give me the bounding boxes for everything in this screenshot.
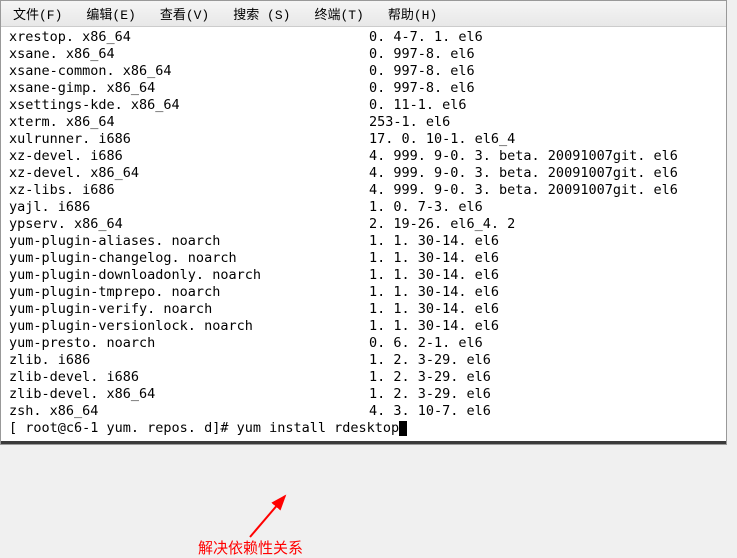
package-name: xsane-common. x86_64 [9,63,369,80]
package-row: xsane-common. x86_640. 997-8. el6 [9,63,718,80]
package-version: 0. 11-1. el6 [369,97,467,114]
package-version: 1. 1. 30-14. el6 [369,267,499,284]
package-name: zlib-devel. x86_64 [9,386,369,403]
menu-search[interactable]: 搜索 (S) [229,3,294,24]
package-version: 2. 19-26. el6_4. 2 [369,216,515,233]
package-name: xterm. x86_64 [9,114,369,131]
package-name: xz-devel. x86_64 [9,165,369,182]
package-row: xz-libs. i6864. 999. 9-0. 3. beta. 20091… [9,182,718,199]
package-name: yum-plugin-verify. noarch [9,301,369,318]
package-version: 4. 3. 10-7. el6 [369,403,491,420]
package-row: xsane-gimp. x86_640. 997-8. el6 [9,80,718,97]
package-name: xz-devel. i686 [9,148,369,165]
package-name: xsettings-kde. x86_64 [9,97,369,114]
package-row: zlib-devel. i6861. 2. 3-29. el6 [9,369,718,386]
annotation-text: 解决依赖性关系 [198,537,303,558]
package-version: 1. 0. 7-3. el6 [369,199,483,216]
arrow-icon [225,492,315,542]
package-row: zsh. x86_644. 3. 10-7. el6 [9,403,718,420]
package-row: yum-plugin-versionlock. noarch1. 1. 30-1… [9,318,718,335]
package-row: ypserv. x86_642. 19-26. el6_4. 2 [9,216,718,233]
package-version: 4. 999. 9-0. 3. beta. 20091007git. el6 [369,165,678,182]
package-version: 0. 6. 2-1. el6 [369,335,483,352]
package-row: xsettings-kde. x86_640. 11-1. el6 [9,97,718,114]
package-version: 1. 1. 30-14. el6 [369,318,499,335]
menubar: 文件(F) 编辑(E) 查看(V) 搜索 (S) 终端(T) 帮助(H) [1,1,726,27]
package-name: zsh. x86_64 [9,403,369,420]
package-version: 0. 997-8. el6 [369,46,475,63]
package-row: yum-plugin-tmprepo. noarch1. 1. 30-14. e… [9,284,718,301]
package-row: yum-presto. noarch0. 6. 2-1. el6 [9,335,718,352]
package-version: 17. 0. 10-1. el6_4 [369,131,515,148]
package-row: yum-plugin-downloadonly. noarch1. 1. 30-… [9,267,718,284]
package-version: 1. 1. 30-14. el6 [369,301,499,318]
package-row: yum-plugin-verify. noarch1. 1. 30-14. el… [9,301,718,318]
package-name: xrestop. x86_64 [9,29,369,46]
prompt-line: [ root@c6-1 yum. repos. d]# yum install … [9,420,718,437]
package-version: 4. 999. 9-0. 3. beta. 20091007git. el6 [369,148,678,165]
package-version: 4. 999. 9-0. 3. beta. 20091007git. el6 [369,182,678,199]
terminal-window: 文件(F) 编辑(E) 查看(V) 搜索 (S) 终端(T) 帮助(H) xre… [0,0,727,445]
package-name: yum-plugin-aliases. noarch [9,233,369,250]
cursor-icon [399,421,407,436]
package-row: yum-plugin-changelog. noarch1. 1. 30-14.… [9,250,718,267]
package-name: yajl. i686 [9,199,369,216]
package-version: 0. 997-8. el6 [369,63,475,80]
package-name: xz-libs. i686 [9,182,369,199]
package-name: yum-plugin-tmprepo. noarch [9,284,369,301]
package-row: xz-devel. i6864. 999. 9-0. 3. beta. 2009… [9,148,718,165]
package-version: 1. 2. 3-29. el6 [369,352,491,369]
terminal-output[interactable]: xrestop. x86_640. 4-7. 1. el6xsane. x86_… [1,27,726,444]
package-row: xulrunner. i68617. 0. 10-1. el6_4 [9,131,718,148]
package-name: yum-presto. noarch [9,335,369,352]
package-list: xrestop. x86_640. 4-7. 1. el6xsane. x86_… [9,29,718,420]
package-row: xsane. x86_640. 997-8. el6 [9,46,718,63]
package-row: xz-devel. x86_644. 999. 9-0. 3. beta. 20… [9,165,718,182]
package-row: xterm. x86_64253-1. el6 [9,114,718,131]
package-version: 1. 1. 30-14. el6 [369,284,499,301]
package-name: yum-plugin-downloadonly. noarch [9,267,369,284]
package-name: yum-plugin-changelog. noarch [9,250,369,267]
package-row: yajl. i6861. 0. 7-3. el6 [9,199,718,216]
package-version: 0. 997-8. el6 [369,80,475,97]
package-version: 1. 2. 3-29. el6 [369,369,491,386]
menu-help[interactable]: 帮助(H) [384,3,441,24]
package-name: ypserv. x86_64 [9,216,369,233]
command-input[interactable]: yum install rdesktop [237,420,400,436]
menu-terminal[interactable]: 终端(T) [310,3,367,24]
menu-edit[interactable]: 编辑(E) [82,3,139,24]
package-name: xulrunner. i686 [9,131,369,148]
package-name: zlib-devel. i686 [9,369,369,386]
shell-prompt: [ root@c6-1 yum. repos. d]# [9,420,237,436]
package-name: zlib. i686 [9,352,369,369]
package-row: zlib-devel. x86_641. 2. 3-29. el6 [9,386,718,403]
package-row: yum-plugin-aliases. noarch1. 1. 30-14. e… [9,233,718,250]
package-version: 1. 1. 30-14. el6 [369,233,499,250]
package-version: 253-1. el6 [369,114,450,131]
package-name: xsane-gimp. x86_64 [9,80,369,97]
package-row: zlib. i6861. 2. 3-29. el6 [9,352,718,369]
menu-file[interactable]: 文件(F) [9,3,66,24]
menu-view[interactable]: 查看(V) [156,3,213,24]
package-name: xsane. x86_64 [9,46,369,63]
package-row: xrestop. x86_640. 4-7. 1. el6 [9,29,718,46]
package-version: 1. 2. 3-29. el6 [369,386,491,403]
package-name: yum-plugin-versionlock. noarch [9,318,369,335]
package-version: 1. 1. 30-14. el6 [369,250,499,267]
package-version: 0. 4-7. 1. el6 [369,29,483,46]
